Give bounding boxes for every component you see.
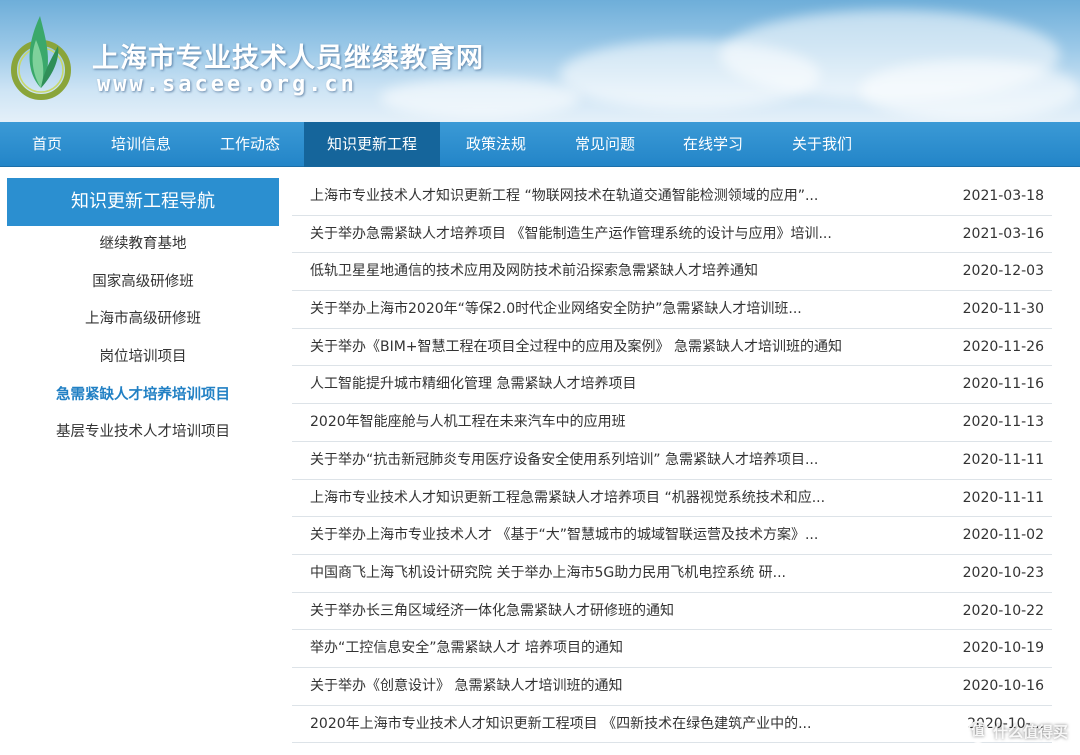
news-date: 2020-11-11 — [962, 451, 1044, 468]
list-item: 关于举办“抗击新冠肺炎专用医疗设备安全使用系列培训” 急需紧缺人才培养项目...… — [292, 442, 1052, 480]
list-item: 关于举办上海市专业技术人才 《基于“大”智慧城市的城域智联运营及技术方案》...… — [292, 517, 1052, 555]
news-title-link[interactable]: 上海市专业技术人才知识更新工程急需紧缺人才培养项目 “机器视觉系统技术和应... — [310, 480, 825, 517]
header-banner: 上海市专业技术人员继续教育网 www.sacee.org.cn — [0, 0, 1080, 122]
news-date: 2020-10-19 — [962, 640, 1044, 657]
news-date: 2020-12-03 — [962, 263, 1044, 280]
watermark: 值什么值得买 — [966, 721, 1068, 743]
news-date: 2020-11-16 — [962, 376, 1044, 393]
sidebar-item-grassroots-training[interactable]: 基层专业技术人才培训项目 — [7, 414, 279, 452]
news-date: 2020-10-23 — [962, 564, 1044, 581]
news-date: 2021-03-18 — [962, 188, 1044, 204]
news-date: 2020-11-13 — [962, 414, 1044, 431]
list-item: 上海市专业技术人才知识更新工程急需紧缺人才培养项目 “机器视觉系统技术和应...… — [292, 480, 1052, 518]
sidebar-item-education-base[interactable]: 继续教育基地 — [7, 226, 279, 264]
news-title-link[interactable]: 关于举办《创意设计》 急需紧缺人才培训班的通知 — [310, 668, 622, 705]
news-title-link[interactable]: 中国商飞上海飞机设计研究院 关于举办上海市5G助力民用飞机电控系统 研... — [310, 555, 786, 592]
news-date: 2020-11-02 — [962, 527, 1044, 544]
news-date: 2020-11-26 — [962, 338, 1044, 355]
nav-policy[interactable]: 政策法规 — [440, 122, 552, 167]
cloud-decoration — [380, 78, 580, 118]
list-item: 人工智能提升城市精细化管理 急需紧缺人才培养项目 2020-11-16 — [292, 366, 1052, 405]
list-item: 低轨卫星星地通信的技术应用及网防技术前沿探索急需紧缺人才培养通知 2020-12… — [292, 253, 1052, 292]
list-item: 2020年智能座舱与人机工程在未来汽车中的应用班 2020-11-13 — [292, 404, 1052, 442]
list-item: 关于举办上海市2020年“等保2.0时代企业网络安全防护”急需紧缺人才培训班..… — [292, 291, 1052, 329]
news-title-link[interactable]: 关于举办《BIM+智慧工程在项目全过程中的应用及案例》 急需紧缺人才培训班的通知 — [310, 329, 842, 366]
site-title: 上海市专业技术人员继续教育网 — [92, 43, 484, 74]
news-title-link[interactable]: 关于举办急需紧缺人才培养项目 《智能制造生产运作管理系统的设计与应用》培训... — [310, 216, 832, 253]
news-date: 2020-10-22 — [962, 602, 1044, 619]
nav-home[interactable]: 首页 — [0, 122, 94, 167]
news-title-link[interactable]: 人工智能提升城市精细化管理 急需紧缺人才培养项目 — [310, 366, 636, 403]
list-item: 关于举办《BIM+智慧工程在项目全过程中的应用及案例》 急需紧缺人才培训班的通知… — [292, 329, 1052, 367]
nav-faq[interactable]: 常见问题 — [552, 122, 658, 167]
list-item: 2020年上海市专业技术人才知识更新工程项目 《四新技术在绿色建筑产业中的...… — [292, 706, 1052, 744]
list-item: 关于举办长三角区域经济一体化急需紧缺人才研修班的通知 2020-10-22 — [292, 593, 1052, 631]
news-title-link[interactable]: 关于举办长三角区域经济一体化急需紧缺人才研修班的通知 — [310, 593, 674, 630]
main-nav: 首页 培训信息 工作动态 知识更新工程 政策法规 常见问题 在线学习 关于我们 — [0, 122, 1080, 167]
news-list: 上海市专业技术人才知识更新工程 “物联网技术在轨道交通智能检测领域的应用”...… — [292, 178, 1052, 744]
list-item: 上海市专业技术人才知识更新工程 “物联网技术在轨道交通智能检测领域的应用”...… — [292, 178, 1052, 216]
sidebar-item-job-training[interactable]: 岗位培训项目 — [7, 339, 279, 377]
watermark-text: 什么值得买 — [992, 722, 1068, 741]
leaf-emblem-icon[interactable] — [6, 10, 76, 100]
sidebar-item-national-seminar[interactable]: 国家高级研修班 — [7, 264, 279, 302]
list-item: 举办“工控信息安全”急需紧缺人才 培养项目的通知 2020-10-19 — [292, 630, 1052, 668]
news-title-link[interactable]: 上海市专业技术人才知识更新工程 “物联网技术在轨道交通智能检测领域的应用”... — [310, 178, 818, 215]
list-item: 关于举办急需紧缺人才培养项目 《智能制造生产运作管理系统的设计与应用》培训...… — [292, 216, 1052, 254]
news-title-link[interactable]: 关于举办上海市专业技术人才 《基于“大”智慧城市的城域智联运营及技术方案》... — [310, 517, 818, 554]
watermark-badge-icon: 值 — [966, 721, 989, 743]
news-date: 2020-11-30 — [962, 301, 1044, 318]
nav-training-info[interactable]: 培训信息 — [94, 122, 188, 167]
news-title-link[interactable]: 关于举办“抗击新冠肺炎专用医疗设备安全使用系列培训” 急需紧缺人才培养项目... — [310, 442, 818, 479]
nav-online-learning[interactable]: 在线学习 — [658, 122, 768, 167]
sidebar: 知识更新工程导航 继续教育基地 国家高级研修班 上海市高级研修班 岗位培训项目 … — [7, 178, 279, 452]
news-title-link[interactable]: 2020年上海市专业技术人才知识更新工程项目 《四新技术在绿色建筑产业中的... — [310, 706, 811, 743]
nav-work-news[interactable]: 工作动态 — [196, 122, 304, 167]
news-title-link[interactable]: 关于举办上海市2020年“等保2.0时代企业网络安全防护”急需紧缺人才培训班..… — [310, 291, 802, 328]
news-title-link[interactable]: 举办“工控信息安全”急需紧缺人才 培养项目的通知 — [310, 630, 623, 667]
news-date: 2020-11-11 — [962, 489, 1044, 506]
list-item: 中国商飞上海飞机设计研究院 关于举办上海市5G助力民用飞机电控系统 研... 2… — [292, 555, 1052, 593]
site-url: www.sacee.org.cn — [97, 72, 357, 97]
sidebar-title: 知识更新工程导航 — [7, 178, 279, 226]
news-title-link[interactable]: 2020年智能座舱与人机工程在未来汽车中的应用班 — [310, 404, 626, 441]
sidebar-item-shanghai-seminar[interactable]: 上海市高级研修班 — [7, 301, 279, 339]
news-title-link[interactable]: 低轨卫星星地通信的技术应用及网防技术前沿探索急需紧缺人才培养通知 — [310, 253, 758, 290]
news-date: 2020-10-16 — [962, 677, 1044, 694]
cloud-decoration — [860, 60, 1080, 120]
list-item: 关于举办《创意设计》 急需紧缺人才培训班的通知 2020-10-16 — [292, 668, 1052, 706]
sidebar-item-urgent-talent[interactable]: 急需紧缺人才培养培训项目 — [7, 377, 279, 415]
nav-about[interactable]: 关于我们 — [768, 122, 876, 167]
news-date: 2021-03-16 — [962, 225, 1044, 242]
nav-knowledge-update[interactable]: 知识更新工程 — [304, 122, 440, 167]
